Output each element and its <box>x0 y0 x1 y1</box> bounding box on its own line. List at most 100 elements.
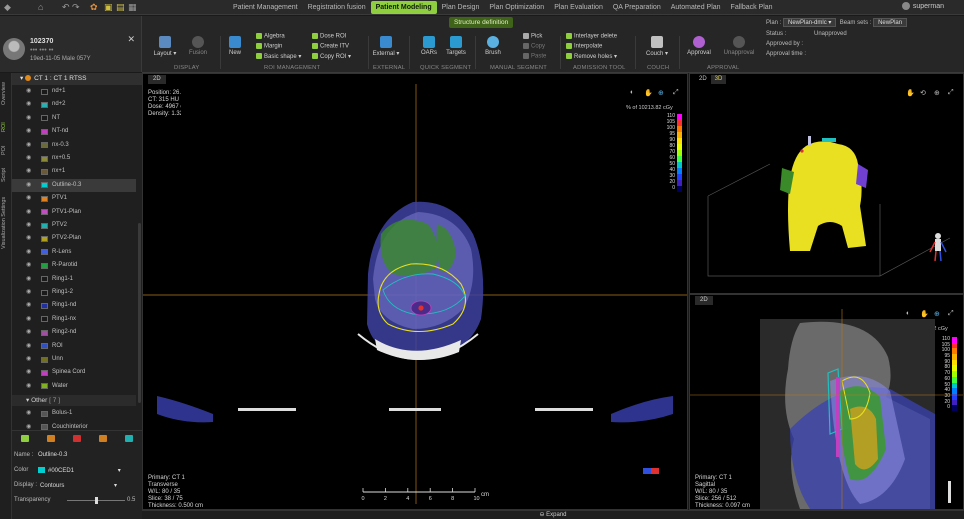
visibility-eye-icon[interactable]: ◉ <box>26 206 31 219</box>
visibility-eye-icon[interactable]: ◉ <box>26 165 31 178</box>
remove-holes-button[interactable]: Remove holes ▾ <box>566 53 617 60</box>
basic-shape-button[interactable]: Basic shape ▾ <box>256 53 301 60</box>
structure-row[interactable]: ◉ R-Parotid <box>12 259 136 272</box>
ct-header[interactable]: ▾ CT 1 : CT 1 RTSS <box>12 73 142 85</box>
visibility-eye-icon[interactable]: ◉ <box>26 98 31 111</box>
nav-plan-optimization[interactable]: Plan Optimization <box>484 1 549 14</box>
display-select[interactable]: Contours ▾ <box>40 482 117 489</box>
structure-row[interactable]: ◉ Ring1-2 <box>12 286 136 299</box>
structure-row[interactable]: ◉ PTV2 <box>12 219 136 232</box>
couch-button[interactable]: Couch ▾ <box>642 36 672 57</box>
user-menu[interactable]: superman <box>901 2 944 10</box>
expand-bar[interactable]: ⊖ Expand <box>142 510 964 519</box>
save-icon[interactable]: ▣ <box>104 2 113 13</box>
structure-row[interactable]: ◉ NT <box>12 112 136 125</box>
visibility-eye-icon[interactable]: ◉ <box>26 353 31 366</box>
structure-row[interactable]: ◉ PTV1 <box>12 192 136 205</box>
structure-row[interactable]: ◉ nx+0.5 <box>12 152 136 165</box>
visibility-eye-icon[interactable]: ◉ <box>26 340 31 353</box>
visibility-eye-icon[interactable]: ◉ <box>26 85 31 98</box>
view-tab-2d[interactable]: 2D <box>695 75 711 84</box>
visibility-eye-icon[interactable]: ◉ <box>26 246 31 259</box>
other-group-header[interactable]: ▾ Other [ 7 ] <box>12 395 136 407</box>
redo-icon[interactable]: ↷ <box>72 2 80 13</box>
side-tab-visualization-settings[interactable]: Visualization Settings <box>1 191 11 255</box>
structure-list-scrollbar[interactable] <box>138 223 141 403</box>
pick-button[interactable]: Pick <box>523 33 542 40</box>
brush-button[interactable]: Brush <box>478 36 508 56</box>
dose-roi-button[interactable]: Dose ROI <box>312 33 346 40</box>
visibility-eye-icon[interactable]: ◉ <box>26 219 31 232</box>
structure-row[interactable]: ◉ Ring1-nd <box>12 299 136 312</box>
structure-row[interactable]: ◉ PTV1-Plan <box>12 206 136 219</box>
name-value[interactable]: Outline-0.3 <box>38 452 67 458</box>
sagittal-view[interactable]: 2D ◐ ✋ ⊕ ⤢ % of 10213.82 cGy 11010510095… <box>689 294 964 510</box>
home-icon[interactable]: ⌂ <box>38 2 43 12</box>
visibility-eye-icon[interactable]: ◉ <box>26 421 31 430</box>
side-tab-script[interactable]: Script <box>1 163 11 187</box>
structure-row[interactable]: ◉ Spinea Cord <box>12 366 136 379</box>
structure-row[interactable]: ◉ R-Lens <box>12 246 136 259</box>
fusion-button[interactable]: Fusion <box>183 36 213 56</box>
edit-roi-icon[interactable] <box>47 434 55 442</box>
visibility-eye-icon[interactable]: ◉ <box>26 273 31 286</box>
open-icon[interactable]: ▤ <box>116 2 125 13</box>
structure-row[interactable]: ◉ PTV2-Plan <box>12 232 136 245</box>
nav-plan-evaluation[interactable]: Plan Evaluation <box>549 1 608 14</box>
visibility-eye-icon[interactable]: ◉ <box>26 326 31 339</box>
lock-roi-icon[interactable] <box>99 434 107 442</box>
visibility-eye-icon[interactable]: ◉ <box>26 192 31 205</box>
structure-row[interactable]: ◉ Bolus-1 <box>12 407 136 420</box>
nav-automated-plan[interactable]: Automated Plan <box>666 1 726 14</box>
3d-view[interactable]: 2D 3D ✋ ⟲ ⊕ ⤢ <box>689 73 964 294</box>
side-tab-roi[interactable]: ROI <box>1 117 11 137</box>
undo-icon[interactable]: ↶ <box>62 2 70 13</box>
color-picker[interactable]: #00CED1 ▾ <box>38 467 121 474</box>
visibility-eye-icon[interactable]: ◉ <box>26 286 31 299</box>
algebra-button[interactable]: Algebra <box>256 33 285 40</box>
nav-qa-preparation[interactable]: QA Preparation <box>608 1 666 14</box>
visibility-eye-icon[interactable]: ◉ <box>26 299 31 312</box>
copy-button[interactable]: Copy <box>523 43 545 50</box>
transparency-knob[interactable] <box>94 497 98 504</box>
structure-row[interactable]: ◉ nd+1 <box>12 85 136 98</box>
layout-button[interactable]: Layout ▾ <box>150 36 180 57</box>
visibility-eye-icon[interactable]: ◉ <box>26 125 31 138</box>
paste-button[interactable]: Paste <box>523 53 546 60</box>
plan-select[interactable]: NewPlan-dmlc ▾ <box>783 18 837 27</box>
close-icon[interactable]: ✕ <box>127 34 135 45</box>
visibility-eye-icon[interactable]: ◉ <box>26 152 31 165</box>
structure-row[interactable]: ◉ ROI <box>12 340 136 353</box>
add-roi-icon[interactable] <box>21 434 29 442</box>
nav-fallback-plan[interactable]: Fallback Plan <box>726 1 778 14</box>
structure-row[interactable]: ◉ Ring1-1 <box>12 273 136 286</box>
side-tab-overview[interactable]: Overview <box>1 79 11 109</box>
margin-button[interactable]: Margin <box>256 43 282 50</box>
oars-button[interactable]: OARs <box>414 36 444 56</box>
nav-plan-design[interactable]: Plan Design <box>437 1 485 14</box>
visibility-eye-icon[interactable]: ◉ <box>26 366 31 379</box>
interlayer-delete-button[interactable]: Interlayer delete <box>566 33 617 40</box>
structure-row[interactable]: ◉ nx-0.3 <box>12 139 136 152</box>
tab-structure-definition[interactable]: Structure definition <box>449 17 514 28</box>
visibility-eye-icon[interactable]: ◉ <box>26 139 31 152</box>
approval-button[interactable]: Approval <box>684 36 714 56</box>
interpolate-button[interactable]: Interpolate <box>566 43 602 50</box>
visibility-eye-icon[interactable]: ◉ <box>26 112 31 125</box>
structure-row[interactable]: ◉ Unn <box>12 353 136 366</box>
visibility-eye-icon[interactable]: ◉ <box>26 259 31 272</box>
beam-sets-select[interactable]: NewPlan <box>873 18 908 27</box>
structure-row[interactable]: ◉ NT-nd <box>12 125 136 138</box>
settings-icon[interactable]: ✿ <box>90 2 98 13</box>
new-roi-button[interactable]: New <box>220 36 250 56</box>
targets-button[interactable]: Targets <box>441 36 471 56</box>
print-icon[interactable]: ▦ <box>128 2 137 13</box>
visibility-eye-icon[interactable]: ◉ <box>26 232 31 245</box>
transverse-view[interactable]: 2D Position: 26.64 18.75 -24.00 cm CT: 3… <box>142 73 688 510</box>
nav-patient-modeling[interactable]: Patient Modeling <box>370 1 437 14</box>
structure-row[interactable]: ◉ nd+2 <box>12 98 136 111</box>
structure-row[interactable]: ◉ Couchinterior <box>12 421 136 430</box>
view-tab-3d[interactable]: 3D <box>710 75 727 84</box>
transparency-slider[interactable] <box>67 497 125 504</box>
structure-row[interactable]: ◉ Ring2-nd <box>12 326 136 339</box>
